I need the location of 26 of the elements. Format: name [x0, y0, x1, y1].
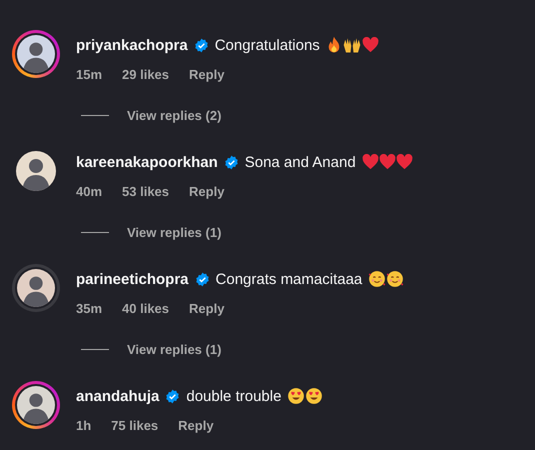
view-replies-button[interactable]: View replies (1) — [127, 342, 222, 356]
likes-link[interactable]: 29 likes — [122, 66, 170, 82]
comment-text: Congrats mamacitaaa — [216, 270, 362, 288]
likes-link[interactable]: 40 likes — [122, 300, 170, 316]
avatar[interactable] — [12, 381, 60, 429]
avatar[interactable] — [12, 264, 60, 312]
view-replies-button[interactable]: View replies (2) — [127, 108, 222, 122]
likes-link[interactable]: 75 likes — [111, 418, 158, 432]
reply-button[interactable]: Reply — [189, 184, 224, 198]
comment-text: Sona and Anand — [244, 154, 356, 170]
view-replies-button[interactable]: View replies (1) — [127, 224, 222, 240]
username[interactable]: anandahuja — [76, 388, 160, 404]
comment-time: 35m — [76, 300, 102, 316]
comment-text: Congratulations — [214, 36, 320, 54]
username[interactable]: priyankachopra — [76, 36, 188, 54]
likes-link[interactable]: 53 likes — [122, 184, 170, 198]
avatar[interactable] — [12, 30, 60, 78]
comment-time: 40m — [76, 184, 102, 198]
comment-time: 15m — [76, 66, 102, 82]
comment-time: 1h — [76, 418, 92, 432]
reply-button[interactable]: Reply — [178, 418, 214, 432]
comment-text: double trouble — [186, 388, 282, 404]
reply-button[interactable]: Reply — [189, 300, 224, 316]
reply-button[interactable]: Reply — [189, 66, 224, 82]
username[interactable]: kareenakapoorkhan — [76, 154, 218, 170]
username[interactable]: parineetichopra — [76, 270, 189, 288]
